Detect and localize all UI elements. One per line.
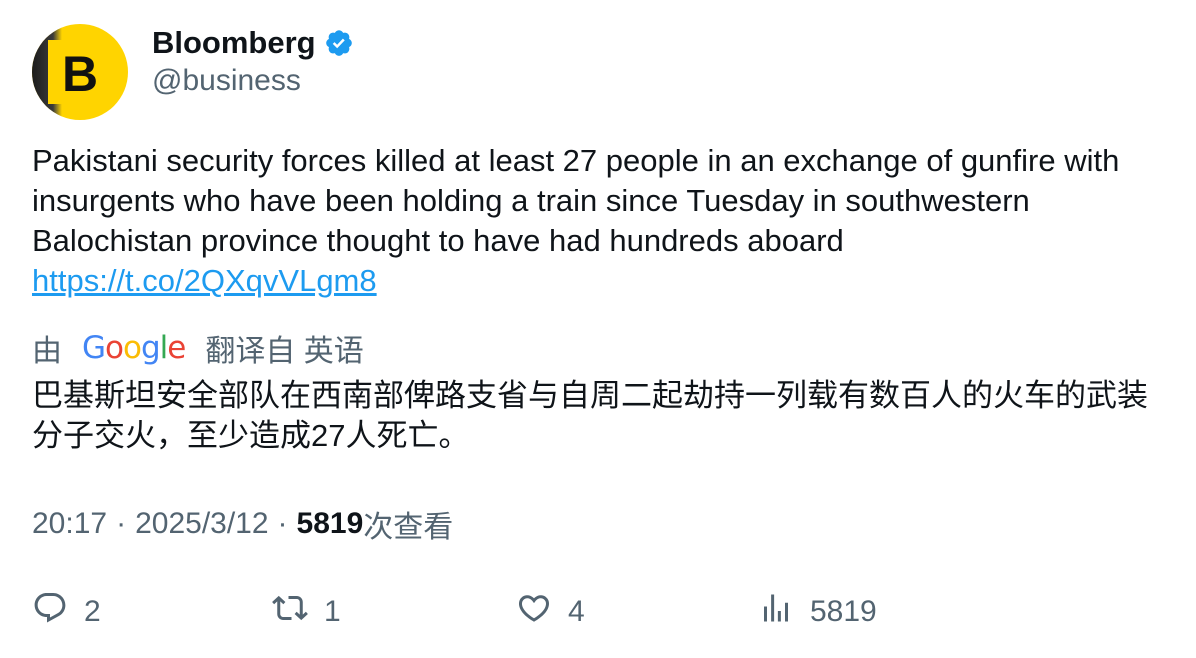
google-logo: Google — [82, 330, 186, 366]
analytics-icon — [758, 590, 810, 634]
meta-separator: · — [277, 507, 288, 540]
like-button[interactable]: 4 — [516, 590, 585, 634]
tweet-time[interactable]: 20:17 — [32, 507, 107, 541]
meta-separator: · — [116, 507, 127, 540]
translated-by-label: 由 — [32, 335, 62, 368]
translated-from-label[interactable]: 翻译自 英语 — [205, 326, 363, 370]
verified-badge-icon — [324, 28, 354, 58]
tweet-date[interactable]: 2025/3/12 — [135, 507, 268, 541]
views-label: 次查看 — [363, 511, 454, 544]
retweet-icon — [272, 590, 324, 634]
reply-icon — [32, 590, 84, 634]
views-action-count: 5819 — [810, 595, 877, 628]
retweet-count: 1 — [324, 595, 341, 628]
reply-count: 2 — [84, 595, 101, 628]
tweet-meta: 20:17 · 2025/3/12 · 5819 次查看 — [32, 504, 453, 544]
avatar-letter: B — [61, 46, 99, 102]
translated-text: 巴基斯坦安全部队在西南部俾路支省与自周二起劫持一列载有数百人的火车的武装分子交火… — [32, 378, 1148, 453]
views-button[interactable]: 5819 — [758, 590, 877, 634]
avatar[interactable]: B — [32, 24, 128, 120]
tweet-text: Pakistani security forces killed at leas… — [32, 143, 1120, 258]
tweet-link[interactable]: https://t.co/2QXqvVLgm8 — [32, 261, 1172, 301]
like-count: 4 — [568, 595, 585, 628]
translation-attribution: 由 Google 翻译自 英语 — [32, 328, 364, 368]
author-name-row: Bloomberg — [152, 24, 354, 62]
action-bar: 2 1 4 5819 — [32, 590, 1162, 634]
reply-button[interactable]: 2 — [32, 590, 101, 634]
author-name[interactable]: Bloomberg — [152, 25, 316, 61]
heart-icon — [516, 590, 568, 634]
tweet-header: B Bloomberg @business — [32, 24, 1162, 120]
views-count: 5819 — [296, 507, 364, 540]
author-handle[interactable]: @business — [152, 64, 301, 98]
tweet-body: Pakistani security forces killed at leas… — [32, 141, 1172, 301]
retweet-button[interactable]: 1 — [272, 590, 341, 634]
